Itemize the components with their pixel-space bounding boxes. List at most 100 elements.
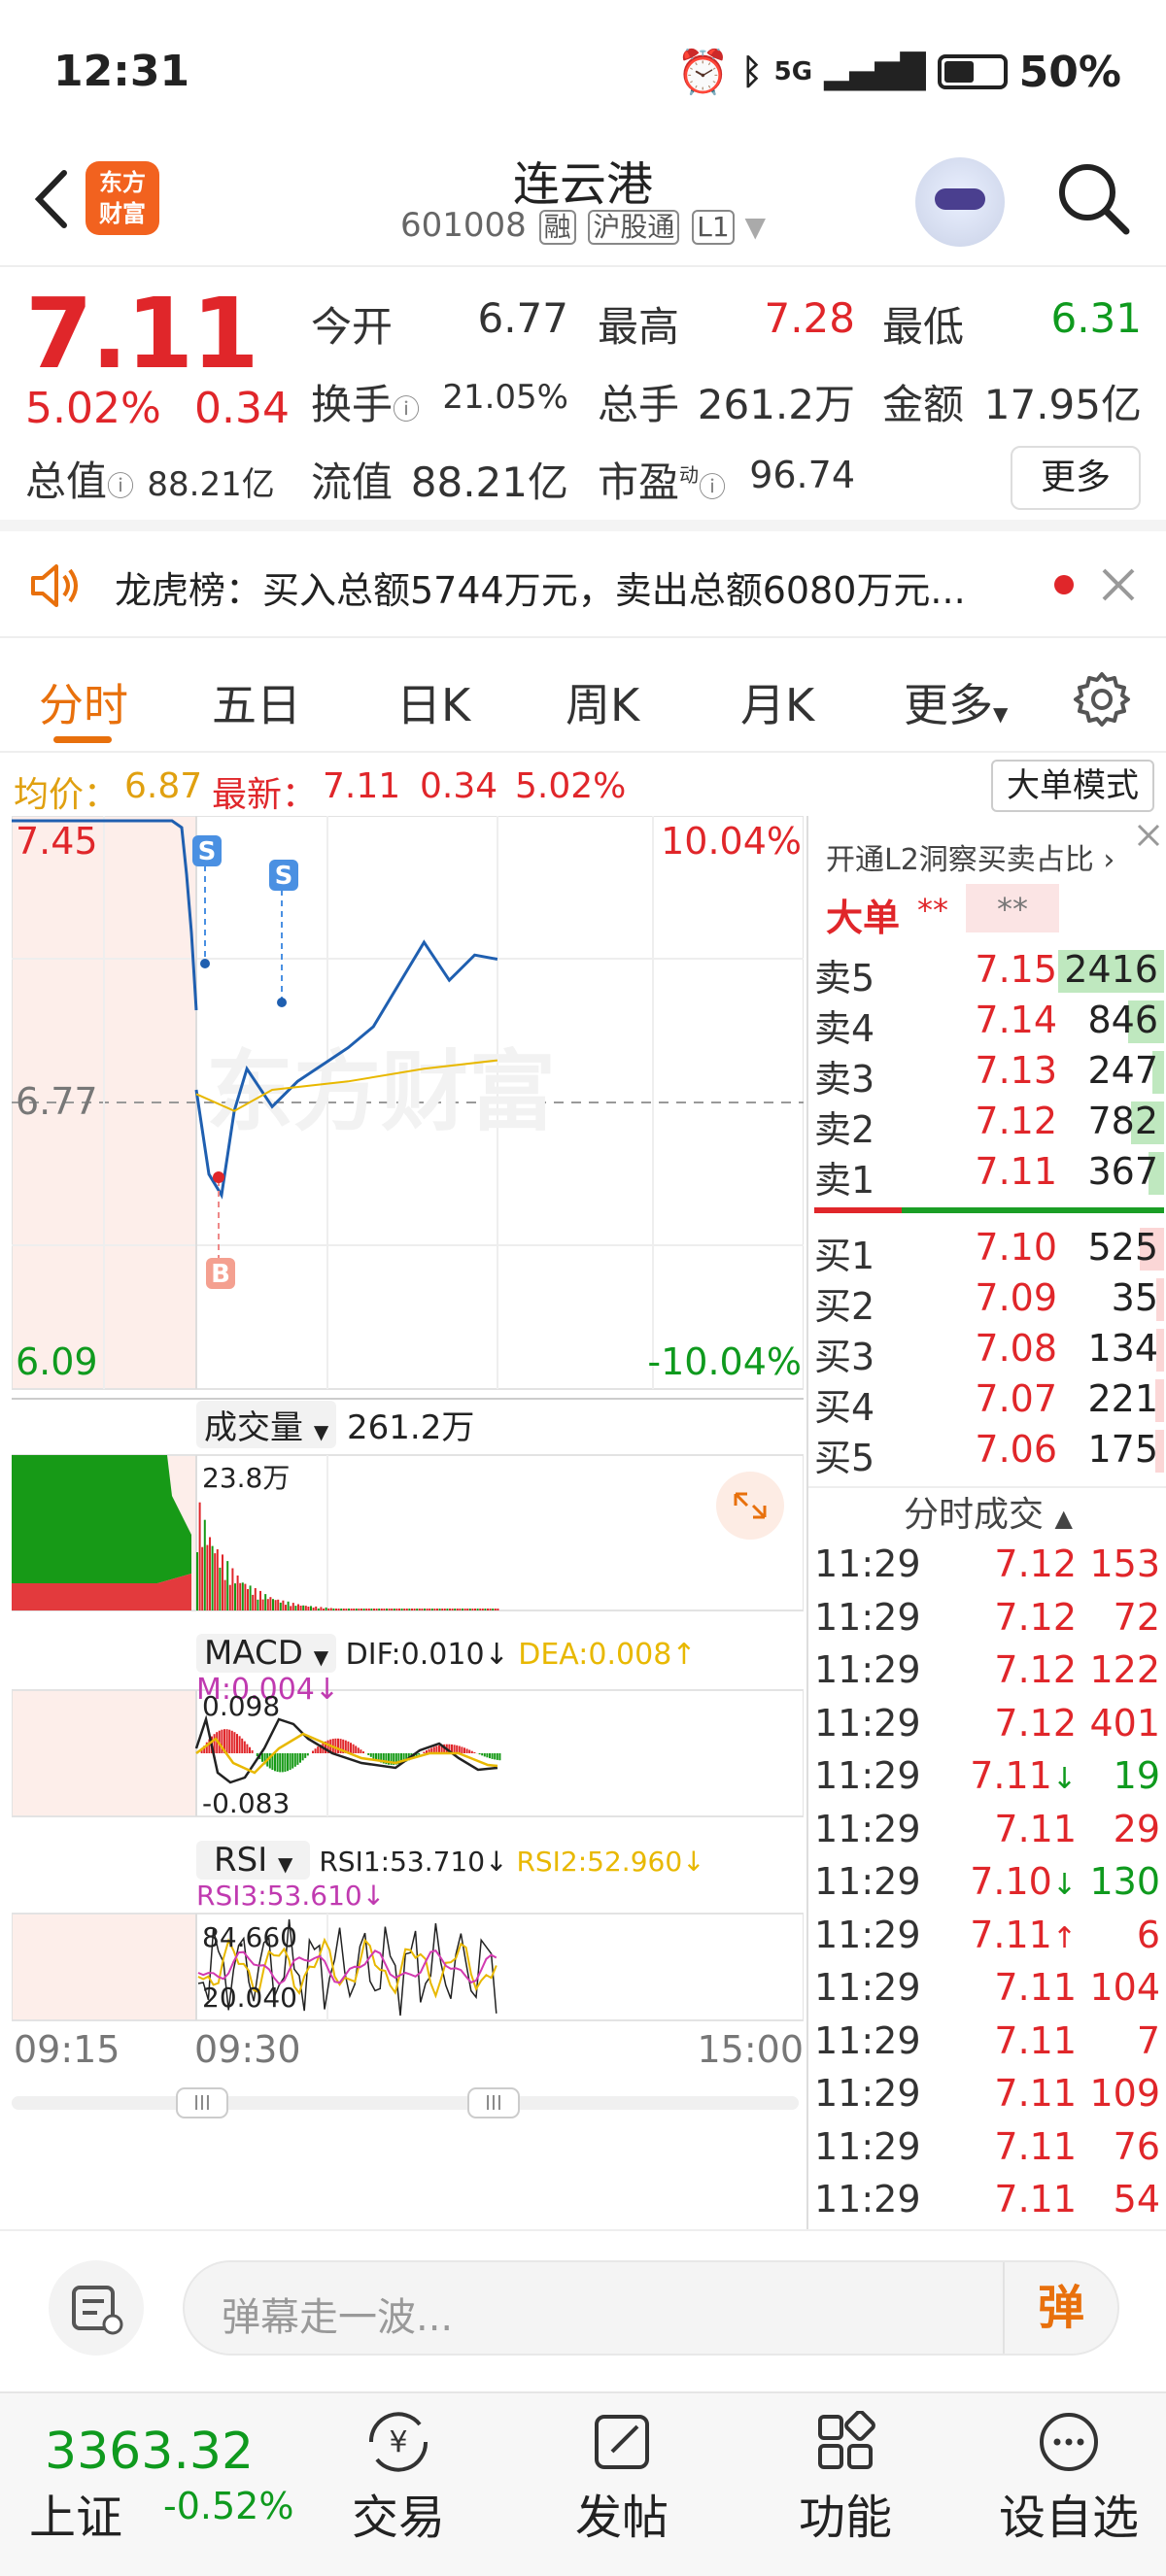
trades-header[interactable]: 分时成交 ▲ (808, 1486, 1166, 1537)
volume-bar (292, 1603, 294, 1610)
macd-bar (289, 1753, 292, 1771)
bluetooth-icon: ᛒ (741, 51, 763, 92)
tab-intraday[interactable]: 分时 (39, 670, 128, 734)
nav-post-label: 发帖 (574, 2491, 669, 2545)
nav-post[interactable]: 发帖 (544, 2403, 700, 2547)
volume-bar (320, 1607, 323, 1610)
l2-promo-link[interactable]: 开通L2洞察买卖占比 › (826, 835, 1115, 878)
more-dots-icon (1040, 2413, 1098, 2471)
close-icon[interactable] (1100, 566, 1137, 603)
high-value: 7.28 (764, 294, 855, 342)
trade-row: 11:29 7.12 153 (814, 1542, 1166, 1595)
trade-row: 11:29 7.11 104 (814, 1966, 1166, 2018)
price-high-label: 7.45 (16, 820, 98, 863)
rsi-high-label: 84.660 (202, 1921, 297, 1953)
volume-bar (430, 1609, 433, 1610)
macd-bar (243, 1741, 246, 1753)
sell-level-row[interactable]: 卖4 7.14 846 (814, 995, 1164, 1050)
sell-level-row[interactable]: 卖1 7.11 367 (814, 1146, 1164, 1202)
sell-level-row[interactable]: 卖5 7.15 2416 (814, 944, 1164, 1000)
order-book-panel: 开通L2洞察买卖占比 › 大单 ** ** 卖5 7.15 2416 卖4 7.14 84… (806, 816, 1166, 2229)
tag-level: L1 (692, 210, 735, 245)
volume-bar (249, 1585, 252, 1610)
buy-level-row[interactable]: 买2 7.09 35 (814, 1272, 1164, 1328)
volume-bar (479, 1609, 482, 1610)
assistant-robot-icon[interactable] (915, 157, 1005, 247)
tab-more[interactable]: 更多▼ (904, 670, 1008, 734)
buy-level-price: 7.07 (975, 1377, 1057, 1420)
volume-bar (438, 1609, 441, 1610)
volume-selector[interactable]: 成交量 ▼ (196, 1401, 337, 1448)
close-promo-icon[interactable] (1135, 822, 1162, 849)
nav-watchlist[interactable]: 设自选 (981, 2403, 1156, 2547)
volume-bar (395, 1609, 398, 1610)
volume-bar (327, 1608, 330, 1610)
sell-level-row[interactable]: 卖2 7.12 782 (814, 1096, 1164, 1151)
buy-level-row[interactable]: 买3 7.08 134 (814, 1323, 1164, 1378)
speaker-icon (31, 564, 78, 607)
comment-input-bar: 弹幕走一波... 弹 (0, 2229, 1166, 2385)
buy-level-price: 7.08 (975, 1327, 1057, 1370)
big-order-mode-button[interactable]: 大单模式 (991, 760, 1154, 812)
time-slider-track[interactable] (12, 2096, 799, 2110)
volume-bar (449, 1609, 451, 1610)
buy-level-row[interactable]: 买1 7.10 525 (814, 1222, 1164, 1277)
volume-bar (345, 1609, 348, 1610)
volume-bar (378, 1609, 381, 1610)
settings-gear-icon[interactable] (1073, 670, 1131, 729)
volume-bar (403, 1609, 406, 1610)
tab-monthly-k[interactable]: 月K (740, 670, 814, 734)
macd-bar (463, 1747, 465, 1753)
dropdown-icon[interactable]: ▼ (744, 211, 766, 243)
nav-trade[interactable]: ¥ 交易 (321, 2403, 476, 2547)
sell-level-row[interactable]: 卖3 7.13 247 (814, 1045, 1164, 1101)
volume-bar (312, 1608, 315, 1610)
buy-level-price: 7.09 (975, 1276, 1057, 1319)
macd-bar (225, 1729, 228, 1753)
volume-bar (497, 1609, 499, 1610)
tab-daily-k[interactable]: 日K (396, 670, 470, 734)
macd-bar (246, 1744, 249, 1753)
battery-icon (937, 54, 1008, 89)
volume-bar (484, 1609, 487, 1610)
preopen-volume-area (12, 1455, 191, 1583)
more-button[interactable]: 更多 (1011, 446, 1141, 510)
low-value: 6.31 (1050, 294, 1142, 342)
volume-bar (211, 1545, 214, 1610)
trade-price: 7.11 (994, 2018, 1077, 2062)
intraday-chart[interactable]: 东方财富 S S B III III 7.45 10.04% 6.77 6.09… (12, 816, 804, 2205)
info-icon: ⓘ (393, 393, 421, 425)
macd-bar (306, 1753, 309, 1756)
tab-weekly-k[interactable]: 周K (566, 670, 639, 734)
buy-level-row[interactable]: 买5 7.06 175 (814, 1424, 1164, 1479)
buy-level-row[interactable]: 买4 7.07 221 (814, 1373, 1164, 1429)
expand-button-bg[interactable] (716, 1472, 784, 1540)
macd-bar (314, 1748, 317, 1753)
volume-bar (418, 1609, 421, 1610)
tab-five-day[interactable]: 五日 (212, 670, 301, 734)
trade-qty: 130 (1089, 1860, 1160, 1903)
dea-label: DEA:0.008 (518, 1638, 672, 1672)
trade-qty: 19 (1113, 1754, 1160, 1797)
volume-bar (342, 1609, 345, 1610)
info-icon[interactable]: ⓘ (107, 470, 134, 502)
danmu-settings-icon[interactable] (49, 2260, 144, 2356)
dragon-tiger-banner[interactable]: 龙虎榜：买入总额5744万元，卖出总额6080万元... (0, 531, 1166, 638)
macd-bar (360, 1749, 362, 1753)
macd-bar (276, 1753, 279, 1772)
volume-total: 261.2万 (347, 1408, 475, 1447)
volume-bar (252, 1594, 255, 1610)
danmu-send-button[interactable]: 弹 (1003, 2262, 1117, 2354)
quote-panel: 7.11 5.02% 0.34 总值ⓘ 88.21亿 今开 6.77 最高 7.… (0, 269, 1166, 531)
nav-functions-label: 功能 (798, 2491, 892, 2545)
rsi-selector[interactable]: RSI ▼ (196, 1841, 311, 1880)
sell-level-qty: 367 (1087, 1150, 1158, 1193)
sell-level-price: 7.14 (975, 999, 1057, 1041)
danmu-input[interactable]: 弹幕走一波... 弹 (183, 2260, 1119, 2356)
macd-selector[interactable]: MACD ▼ (196, 1634, 337, 1673)
sell-marker-label-1: S (198, 837, 217, 866)
nav-functions[interactable]: 功能 (768, 2403, 923, 2547)
search-icon[interactable] (1054, 159, 1132, 237)
stock-header: 东方 财富 连云港 601008 融 沪股通 L1 ▼ (0, 146, 1166, 267)
trade-price: 7.12 (994, 1648, 1077, 1691)
